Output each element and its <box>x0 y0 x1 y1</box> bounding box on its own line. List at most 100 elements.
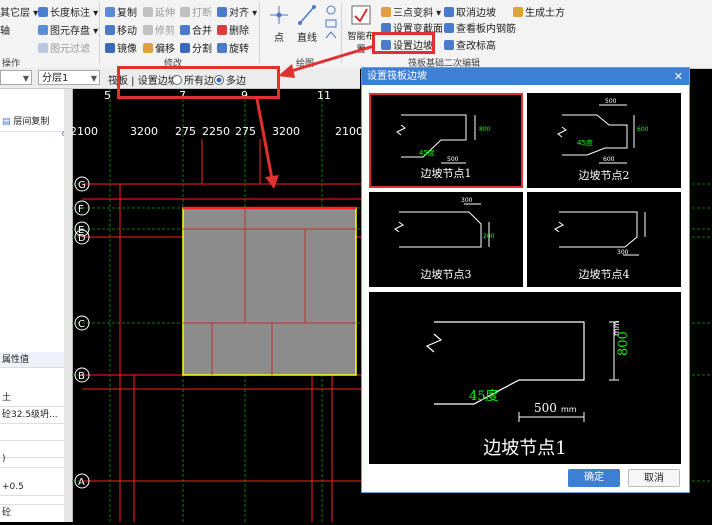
ribbon-separator <box>99 3 100 63</box>
node-label: 边坡节点4 <box>578 268 630 281</box>
ribbon-copy[interactable]: 复制 <box>105 4 137 19</box>
prop-row[interactable]: 砼32.5级坍... <box>0 407 72 424</box>
ribbon-merge[interactable]: 合并 <box>180 22 212 37</box>
ribbon-trim[interactable]: 修剪 <box>143 22 175 37</box>
cancel-slope-icon <box>444 7 454 17</box>
offset-icon <box>143 43 153 53</box>
ok-button[interactable]: 确定 <box>568 469 620 487</box>
ribbon-extend[interactable]: 延伸 <box>143 4 175 19</box>
node-dim: 300 <box>461 197 473 204</box>
cancel-slope-button[interactable]: 取消边坡 <box>444 4 496 19</box>
axis-label: A <box>78 477 85 488</box>
node-1-diagram: 800 45度 500 <box>396 114 491 164</box>
node-angle: 45度 <box>419 148 435 157</box>
prop-row[interactable]: 砼 <box>0 505 72 522</box>
dim-label: 3200 <box>130 125 158 138</box>
prop-row[interactable]: +0.5 <box>0 479 72 496</box>
generate-earthwork-button[interactable]: 生成土方 <box>513 4 565 19</box>
ribbon-split[interactable]: 分割 <box>180 40 212 55</box>
ruler-icon <box>38 7 48 17</box>
ribbon-break[interactable]: 打断 <box>180 4 212 19</box>
slope-node-3[interactable]: 300 200 边坡节点3 <box>369 192 523 287</box>
ribbon-save-element[interactable]: 图元存盘 ▾ <box>38 22 98 37</box>
change-elevation-button[interactable]: 查改标高 <box>444 37 496 52</box>
axis-label: G <box>78 180 86 191</box>
slope-node-1[interactable]: 800 45度 500 边坡节点1 <box>369 93 523 188</box>
break-icon <box>180 7 190 17</box>
node-label: 边坡节点3 <box>420 268 472 281</box>
copy-icon <box>105 7 115 17</box>
prop-row[interactable]: ) <box>0 451 72 468</box>
dim-label: 2100 <box>72 125 98 138</box>
axis-label: 5 <box>104 89 111 102</box>
layer-combo[interactable]: 分层1 ▼ <box>38 70 100 85</box>
node-2-diagram: 500 600 45度 600 <box>557 98 649 164</box>
delete-icon <box>217 25 227 35</box>
highlight-option-bar <box>117 66 280 99</box>
ribbon-other-layer[interactable]: 其它层 ▾ <box>0 4 38 19</box>
preview-angle: 45度 <box>469 388 499 404</box>
preview-label: 边坡节点1 <box>483 438 567 459</box>
dim-label: 275 <box>235 125 256 138</box>
rotate-icon <box>217 43 227 53</box>
preview-unit: mm <box>612 320 621 336</box>
set-slope-dialog: 设置筏板边坡 ✕ 800 45度 500 边坡节点1 500 600 45度 6… <box>361 67 690 493</box>
earthwork-icon <box>513 7 523 17</box>
preview-dim-500: 500 <box>534 401 557 415</box>
axis-label: F <box>78 204 84 215</box>
dim-label: 2100 <box>335 125 363 138</box>
three-point-slope[interactable]: 三点变斜 ▾ <box>381 4 441 19</box>
node-label: 边坡节点2 <box>578 169 630 182</box>
ribbon-delete[interactable]: 删除 <box>217 22 249 37</box>
ribbon-move[interactable]: 移动 <box>105 22 137 37</box>
close-icon[interactable]: ✕ <box>674 68 683 85</box>
node-dim: 600 <box>603 156 615 163</box>
highlight-set-slope <box>372 32 435 54</box>
dim-label: 275 <box>175 125 196 138</box>
search-icon[interactable]: ⚲ <box>0 131 72 147</box>
save-element-icon <box>38 25 48 35</box>
slope-preview: 800 mm 45度 500 mm 边坡节点1 <box>369 292 681 464</box>
axis-label: D <box>78 233 86 244</box>
split-icon <box>180 43 190 53</box>
ribbon-offset[interactable]: 偏移 <box>143 40 175 55</box>
combo-left[interactable]: ▼ <box>0 70 32 85</box>
node-dim: 200 <box>483 233 495 240</box>
prop-row[interactable] <box>0 424 72 441</box>
node-label: 边坡节点1 <box>420 167 472 180</box>
node-dim: 600 <box>637 126 649 133</box>
mirror-icon <box>105 43 115 53</box>
smart-layout-icon <box>351 5 371 25</box>
line-icon <box>298 5 316 25</box>
dim-label: 2250 <box>202 125 230 138</box>
node-angle: 45度 <box>577 138 593 147</box>
node-dim: 500 <box>447 156 459 163</box>
cancel-button[interactable]: 取消 <box>628 469 680 487</box>
ribbon-rotate[interactable]: 旋转 <box>217 40 249 55</box>
left-axis-bubbles <box>74 176 90 489</box>
ribbon-align[interactable]: 对齐 ▾ <box>217 4 257 19</box>
prop-value-header: 属性值 <box>0 352 72 368</box>
slope-node-2[interactable]: 500 600 45度 600 边坡节点2 <box>527 93 681 188</box>
raft-slab[interactable] <box>182 207 357 376</box>
rebar-icon <box>444 23 454 33</box>
prop-row[interactable] <box>0 496 72 505</box>
copy-icon: ▤ <box>2 117 11 127</box>
panel-scrollbar[interactable] <box>64 89 72 522</box>
floor-copy-row[interactable]: ▤ 层间复制 <box>0 113 72 132</box>
prop-row[interactable]: 土 <box>0 390 72 407</box>
axis-label: B <box>78 371 85 382</box>
merge-icon <box>180 25 190 35</box>
node-3-diagram: 300 200 <box>394 197 495 248</box>
ribbon-mirror[interactable]: 镜像 <box>105 40 137 55</box>
view-rebar-button[interactable]: 查看板内钢筋 <box>444 20 516 35</box>
axis-label: C <box>78 319 85 330</box>
extend-icon <box>143 7 153 17</box>
ribbon-length-dim[interactable]: 长度标注 ▾ <box>38 4 98 19</box>
left-panel: ▤ 层间复制 ⚲ 属性值 土 砼32.5级坍... ) +0.5 砼 <box>0 89 73 522</box>
node-dim: 800 <box>479 126 491 133</box>
axis-label: 11 <box>317 89 331 102</box>
slope-node-4[interactable]: 300 边坡节点4 <box>527 192 681 287</box>
preview-unit: mm <box>561 405 577 414</box>
ribbon-element-filter[interactable]: 图元过滤 <box>38 40 90 55</box>
